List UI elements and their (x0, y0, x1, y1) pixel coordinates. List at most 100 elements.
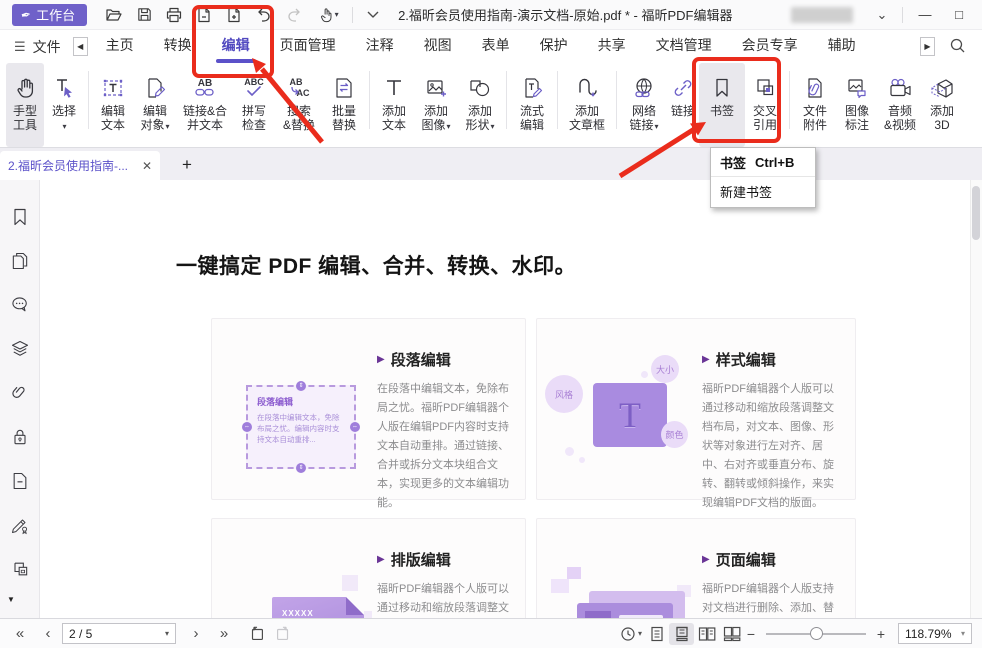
image-annotation-icon (845, 72, 869, 104)
search-button[interactable] (949, 37, 966, 57)
add-image-icon (424, 72, 448, 104)
minimize-button[interactable]: — (908, 7, 942, 22)
batch-replace-button[interactable]: 批量 替换 (323, 63, 365, 147)
previous-view-button[interactable] (244, 624, 270, 644)
edit-text-button[interactable]: 编辑 文本 (93, 63, 133, 147)
attachments-panel-button[interactable] (8, 382, 32, 404)
file-attachment-button[interactable]: 文件 附件 (794, 63, 836, 147)
bullet-triangle-icon: ▶ (702, 354, 710, 365)
previous-page-button[interactable]: ‹ (34, 625, 62, 642)
add-3d-button[interactable]: 添加 3D (922, 63, 962, 147)
more-panels-caret[interactable]: ▼ (7, 595, 15, 604)
printer-icon (165, 6, 183, 24)
edit-object-button[interactable]: 编辑 对象▾ (133, 63, 177, 147)
destinations-panel-button[interactable] (8, 470, 32, 492)
zoom-slider[interactable] (766, 633, 866, 635)
new-tab-button[interactable]: + (174, 152, 200, 178)
pdf-page[interactable]: 一键搞定 PDF 编辑、合并、转换、水印。 段落编辑 在段落中编辑文本，免除布局… (41, 180, 970, 618)
audio-video-icon (887, 72, 913, 104)
document-tab[interactable]: 2.福昕会员使用指南-... ✕ (0, 151, 160, 180)
ribbon-scroll-left[interactable]: ◀ (73, 37, 88, 56)
continuous-view-button[interactable] (669, 623, 694, 645)
workspace-button[interactable]: ✒ 工作台 (12, 4, 87, 26)
tooltip-menu-item[interactable]: 新建书签 (711, 177, 815, 207)
facing-continuous-view-button[interactable] (719, 623, 744, 645)
close-tab-icon[interactable]: ✕ (142, 159, 152, 173)
card-title: 排版编辑 (391, 549, 451, 570)
tab-accessibility[interactable]: 辅助 (828, 31, 856, 63)
dropdown-caret: ▾ (447, 122, 451, 131)
edit-object-icon (143, 72, 167, 104)
tab-home[interactable]: 主页 (106, 31, 134, 63)
paragraph-edit-illustration: 段落编辑 在段落中编辑文本，免除布局之忧。编辑内容时支持文本自动重排... ⇕ … (224, 355, 374, 475)
tab-page-management[interactable]: 页面管理 (280, 31, 336, 63)
reflow-edit-button[interactable]: 流式 编辑 (511, 63, 553, 147)
add-3d-icon (930, 72, 954, 104)
page-heading: 一键搞定 PDF 编辑、合并、转换、水印。 (176, 250, 576, 280)
divider (789, 71, 790, 129)
menu-bar: ☰ 文件 ◀ 主页 转换 编辑 页面管理 注释 视图 表单 保护 共享 文档管理… (0, 30, 982, 63)
next-page-button[interactable]: › (182, 625, 210, 642)
bullet-triangle-icon: ▶ (377, 354, 385, 365)
divider (557, 71, 558, 129)
last-page-button[interactable]: » (210, 625, 238, 642)
feature-card-page-edit: 页面 ▶页面编辑 福昕PDF编辑器个人版支持对文档进行删除、添加、替换、 (536, 518, 856, 618)
tooltip-shortcut: Ctrl+B (755, 155, 794, 170)
zoom-level-box[interactable]: 118.79% ▾ (898, 623, 972, 644)
open-file-button[interactable] (99, 4, 129, 26)
vertical-scrollbar[interactable] (970, 180, 982, 618)
bookmarks-panel-button[interactable] (8, 206, 32, 228)
feature-card-style-edit: T 风格 大小 颜色 ▶样式编辑 福昕PDF编辑器个人版可以通过移动和缩放段落调… (536, 318, 856, 500)
add-shapes-button[interactable]: 添加 形状▾ (458, 63, 502, 147)
web-link-button[interactable]: 网络 链接▾ (621, 63, 667, 147)
tab-form[interactable]: 表单 (482, 31, 510, 63)
add-article-box-button[interactable]: 添加 文章框 (562, 63, 612, 147)
redo-icon (285, 7, 303, 23)
batch-replace-icon (332, 72, 356, 104)
zoom-out-button[interactable]: − (744, 626, 758, 642)
file-menu[interactable]: ☰ 文件 (14, 37, 61, 57)
maximize-button[interactable]: □ (942, 7, 976, 22)
next-view-button[interactable] (270, 624, 296, 644)
page-number-box[interactable]: 2 / 5 ▾ (62, 623, 176, 644)
search-replace-button[interactable]: ABAC 搜索 &替换 (275, 63, 323, 147)
security-panel-button[interactable] (8, 426, 32, 448)
toolbar-collapse-button[interactable] (358, 4, 388, 26)
dropdown-caret: ▾ (62, 122, 66, 131)
layers-panel-button[interactable] (8, 338, 32, 360)
layout-edit-illustration: XXXXX (224, 555, 374, 618)
tab-view[interactable]: 视图 (424, 31, 452, 63)
signatures-panel-button[interactable] (8, 514, 32, 536)
ribbon-scroll-right[interactable]: ▶ (920, 37, 935, 56)
card-description: 福昕PDF编辑器个人版支持对文档进行删除、添加、替换、 (702, 580, 842, 618)
tab-convert[interactable]: 转换 (164, 31, 192, 63)
redo-button[interactable] (279, 4, 309, 26)
first-page-button[interactable]: « (6, 625, 34, 642)
tab-share[interactable]: 共享 (598, 31, 626, 63)
bookmark-tooltip: 书签 Ctrl+B 新建书签 (710, 147, 816, 208)
account-caret[interactable]: ⌄ (867, 7, 897, 23)
add-text-button[interactable]: 添加 文本 (374, 63, 414, 147)
single-page-view-button[interactable] (644, 623, 669, 645)
web-link-icon (632, 72, 656, 104)
page-thumbnails-panel-button[interactable] (8, 250, 32, 272)
facing-view-button[interactable] (694, 623, 719, 645)
audio-video-button[interactable]: 音频 &视频 (878, 63, 922, 147)
articles-panel-button[interactable] (8, 558, 32, 580)
zoom-slider-handle[interactable] (810, 627, 823, 640)
save-button[interactable] (129, 4, 159, 26)
dropdown-caret: ▾ (491, 122, 495, 131)
image-annotation-button[interactable]: 图像 标注 (836, 63, 878, 147)
tab-protect[interactable]: 保护 (540, 31, 568, 63)
edit-text-icon (101, 72, 125, 104)
hand-tool-button[interactable]: 手型 工具 (6, 63, 44, 147)
print-button[interactable] (159, 4, 189, 26)
comments-panel-button[interactable] (8, 294, 32, 316)
select-tool-button[interactable]: 选择 ▾ (44, 63, 84, 147)
reading-time-button[interactable]: ▾ (618, 624, 644, 644)
tab-comment[interactable]: 注释 (366, 31, 394, 63)
add-image-button[interactable]: 添加 图像▾ (414, 63, 458, 147)
zoom-in-button[interactable]: + (874, 626, 888, 642)
touch-mode-button[interactable]: ▾ (309, 4, 347, 26)
scrollbar-thumb[interactable] (972, 186, 980, 240)
